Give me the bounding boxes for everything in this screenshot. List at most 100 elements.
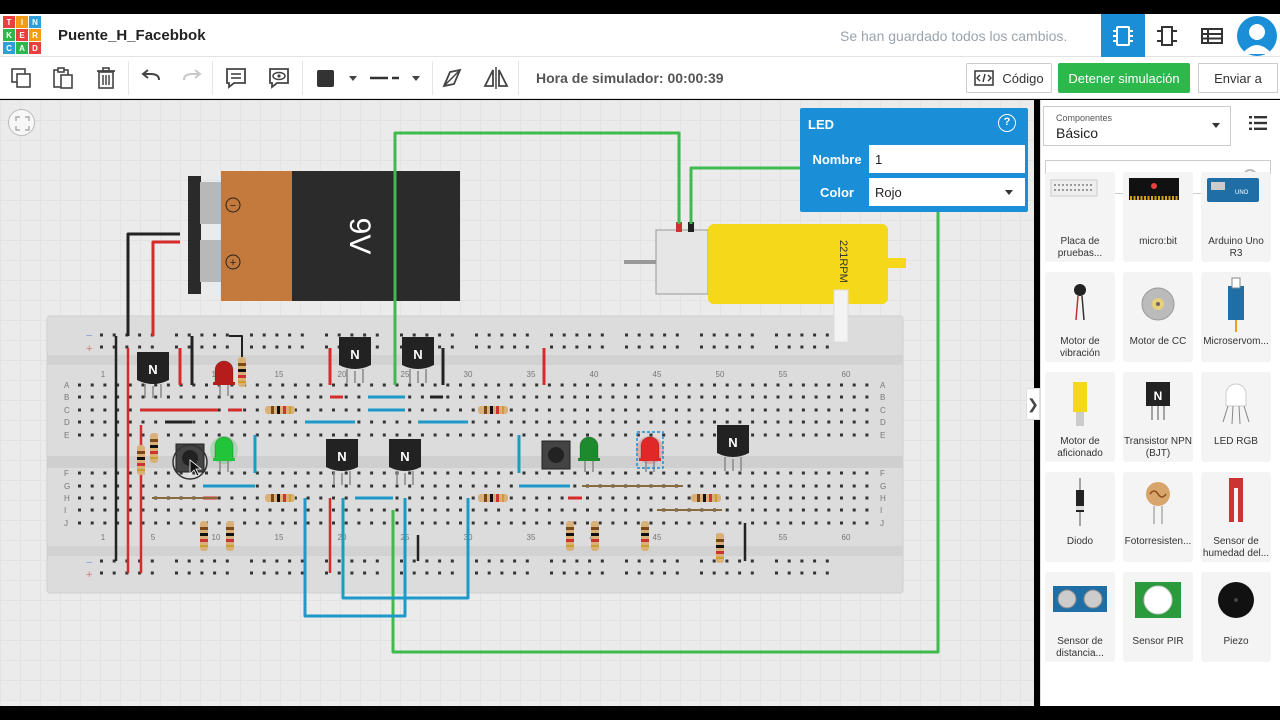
resistor[interactable]: [265, 494, 295, 502]
resistor[interactable]: [200, 521, 208, 551]
component-card[interactable]: LED RGB: [1201, 372, 1271, 462]
led-green-rim[interactable]: [213, 458, 235, 461]
dc-motor-can[interactable]: [655, 229, 709, 295]
stop-simulation-button[interactable]: Detener simulación: [1058, 63, 1190, 93]
delete-button[interactable]: [92, 64, 120, 92]
column-number-label: 45: [653, 370, 662, 379]
component-card[interactable]: Piezo: [1201, 572, 1271, 662]
led-name-field[interactable]: Nombre 1: [804, 144, 1026, 174]
battery-terminal-plus[interactable]: [200, 240, 222, 282]
chevron-down-icon: [1212, 123, 1220, 128]
component-card[interactable]: Sensor de humedad del...: [1201, 472, 1271, 562]
hobby-motor-axle[interactable]: [880, 258, 906, 268]
led-green[interactable]: [579, 436, 599, 461]
component-card[interactable]: Fotorresisten...: [1123, 472, 1193, 562]
components-category-select[interactable]: Componentes Básico: [1043, 106, 1231, 146]
help-icon[interactable]: ?: [998, 114, 1016, 132]
line-style-dropdown[interactable]: [368, 64, 424, 92]
paste-button[interactable]: [49, 64, 77, 92]
resistor[interactable]: [641, 521, 649, 551]
rotate-button[interactable]: [438, 64, 466, 92]
schematic-view-icon: [1157, 25, 1177, 46]
led-name-value[interactable]: 1: [875, 152, 882, 167]
component-card[interactable]: Diodo: [1045, 472, 1115, 562]
resistor[interactable]: [591, 521, 599, 551]
component-card[interactable]: UNO Arduino Uno R3: [1201, 172, 1271, 262]
battery-body-copper[interactable]: [221, 171, 293, 301]
led-red-selected-rim[interactable]: [639, 458, 661, 461]
component-card[interactable]: micro:bit: [1123, 172, 1193, 262]
component-card[interactable]: Sensor PIR: [1123, 572, 1193, 662]
transistor-type-label: N: [148, 362, 157, 377]
column-number-label: 10: [212, 533, 221, 542]
resistor[interactable]: [478, 406, 508, 414]
component-card[interactable]: Motor de CC: [1123, 272, 1193, 362]
copy-button[interactable]: [7, 64, 35, 92]
letterbox-top: [0, 0, 1280, 14]
code-button[interactable]: Código: [966, 63, 1052, 93]
breadboard-center-channel[interactable]: [47, 456, 903, 468]
resistor[interactable]: [691, 494, 721, 502]
resistor[interactable]: [150, 433, 158, 463]
list-view-button[interactable]: [1249, 116, 1267, 135]
flip-button[interactable]: [482, 64, 510, 92]
undo-button[interactable]: [137, 64, 165, 92]
delete-icon: [97, 67, 115, 89]
component-card[interactable]: Motor de vibración: [1045, 272, 1115, 362]
pushbutton-cap[interactable]: [548, 447, 564, 463]
notes-visibility-button[interactable]: [265, 64, 293, 92]
send-to-button[interactable]: Enviar a: [1198, 63, 1278, 93]
column-number-label: 20: [338, 370, 347, 379]
resistor[interactable]: [137, 445, 145, 475]
column-number-label: 1: [101, 370, 106, 379]
dc-motor-shaft[interactable]: [624, 260, 656, 264]
component-name: Motor de vibración: [1059, 336, 1101, 359]
resistor[interactable]: [226, 521, 234, 551]
resistor[interactable]: [478, 494, 508, 502]
project-title[interactable]: Puente_H_Facebbok: [58, 27, 206, 44]
column-number-label: 15: [275, 370, 284, 379]
schematic-view-button[interactable]: [1145, 14, 1189, 57]
components-select-label: Componentes: [1056, 113, 1113, 123]
component-card[interactable]: Microservom...: [1201, 272, 1271, 362]
circuit-view-button[interactable]: [1101, 14, 1145, 57]
resistor[interactable]: [566, 521, 574, 551]
resistor[interactable]: [716, 533, 724, 563]
led-green[interactable]: [214, 436, 234, 461]
component-card[interactable]: Placa de pruebas...: [1045, 172, 1115, 262]
led-red-selected[interactable]: [640, 436, 660, 461]
hobby-motor-mount[interactable]: [833, 289, 849, 343]
resistor[interactable]: [265, 406, 295, 414]
dc-motor-icon: [1123, 276, 1193, 334]
logo-letter: E: [16, 29, 28, 41]
battery-terminal-minus[interactable]: [200, 182, 222, 224]
row-letter-label: I: [880, 506, 882, 515]
user-avatar[interactable]: [1237, 16, 1277, 56]
column-number-label: 25: [401, 370, 410, 379]
component-list-button[interactable]: [1190, 14, 1234, 57]
component-name: Placa de pruebas...: [1057, 236, 1103, 259]
led-red[interactable]: [214, 360, 234, 385]
hobby-motor-gearbox[interactable]: [708, 224, 888, 304]
component-card[interactable]: Sensor de distancia...: [1045, 572, 1115, 662]
column-number-label: 55: [779, 533, 788, 542]
component-card[interactable]: N Transistor NPN (BJT): [1123, 372, 1193, 462]
led-color-value[interactable]: Rojo: [875, 185, 902, 200]
battery-voltage-label: 9V: [343, 218, 376, 255]
fill-color-dropdown[interactable]: [312, 64, 362, 92]
row-letter-label: C: [880, 406, 886, 415]
collapse-panel-tab[interactable]: ❯: [1026, 388, 1040, 420]
logo-letter: D: [29, 42, 41, 54]
battery-connector-clip[interactable]: [188, 176, 201, 294]
resistor[interactable]: [238, 357, 246, 387]
redo-button[interactable]: [178, 64, 206, 92]
component-card[interactable]: Motor de aficionado: [1045, 372, 1115, 462]
tinkercad-logo[interactable]: TIN KER CAD: [3, 16, 41, 54]
led-color-select[interactable]: Color Rojo: [804, 177, 1026, 207]
led-red-rim[interactable]: [213, 382, 235, 385]
column-number-label: 5: [151, 533, 156, 542]
toolbar-divider: [212, 61, 213, 95]
led-green-rim[interactable]: [578, 458, 600, 461]
note-button[interactable]: [222, 64, 250, 92]
row-letter-label: A: [64, 381, 70, 390]
